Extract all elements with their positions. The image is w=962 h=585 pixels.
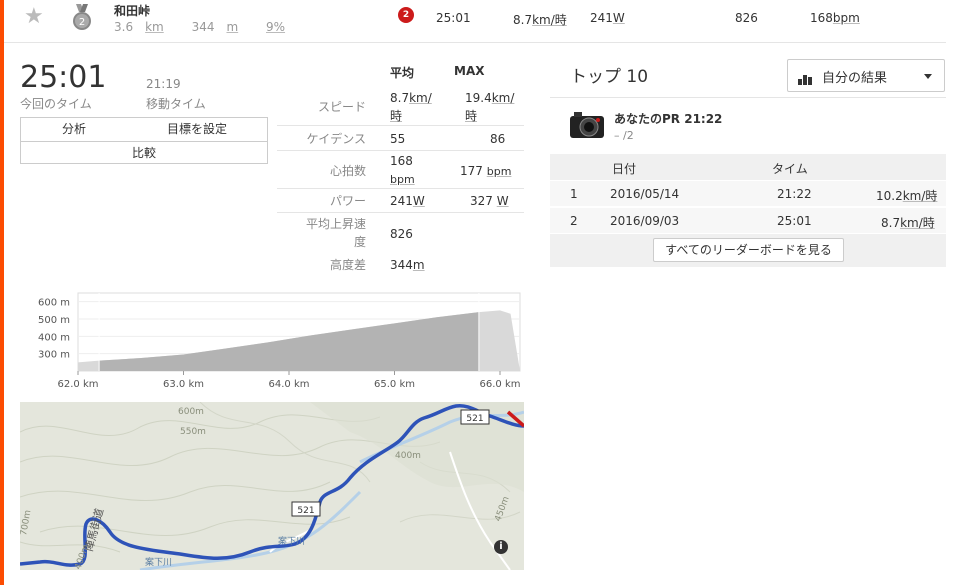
stat-vam-value: 826 bbox=[390, 227, 413, 241]
leaderboard-header-time: タイム bbox=[772, 162, 808, 176]
y-tick-label: 400 m bbox=[38, 332, 70, 343]
stats-divider bbox=[277, 188, 524, 189]
leaderboard-rank: 2 bbox=[570, 214, 578, 228]
medal-rank: 2 bbox=[79, 17, 85, 28]
info-icon[interactable]: i bbox=[494, 540, 508, 554]
moving-time: 21:19 bbox=[146, 77, 181, 91]
segment-name[interactable]: 和田峠 bbox=[114, 2, 150, 19]
personal-record-card: あなたのPR 21:22 – /2 bbox=[550, 97, 946, 154]
leaderboard-time: 25:01 bbox=[777, 214, 812, 228]
elevation-chart-svg: 600 m 500 m 400 m 300 m 62.0 km 63.0 km 64.0 k… bbox=[38, 292, 521, 390]
stat-cadence-max: 86 bbox=[490, 132, 506, 146]
stats-col-max: MAX bbox=[454, 64, 485, 78]
x-tick-label: 66.0 km bbox=[480, 379, 521, 390]
analysis-button[interactable]: 分析 bbox=[21, 118, 127, 140]
effort-time-large: 25:01 bbox=[20, 60, 107, 95]
rank-badge: 2 bbox=[398, 7, 414, 23]
river-label: 案下川 bbox=[145, 556, 172, 568]
leaderboard-time: 21:22 bbox=[777, 187, 812, 201]
stats-col-avg: 平均 bbox=[390, 66, 415, 80]
bar-chart-icon bbox=[798, 71, 813, 85]
x-tick-label: 65.0 km bbox=[374, 379, 415, 390]
stat-power-max: 327 W bbox=[470, 194, 509, 208]
leaderboard-header: 日付 タイム bbox=[550, 154, 946, 180]
effort-heart-rate: 168bpm bbox=[810, 11, 860, 25]
river-label: 案下川 bbox=[278, 535, 305, 547]
x-tick-label: 63.0 km bbox=[163, 379, 204, 390]
segment-stats: 3.6 km 344 m 9% bbox=[114, 20, 297, 34]
chevron-down-icon bbox=[924, 74, 932, 79]
map-svg: 521 521 陣馬街道 600m 550m 400m 450m 700m 40… bbox=[20, 402, 524, 570]
contour-label: 550m bbox=[180, 427, 206, 437]
stats-divider bbox=[277, 150, 524, 151]
accent-bar bbox=[0, 0, 4, 585]
top10-title: トップ 10 bbox=[570, 67, 649, 87]
stats-divider bbox=[277, 212, 524, 213]
elevation-unit: m bbox=[226, 20, 239, 34]
stat-elevation-value: 344m bbox=[390, 258, 425, 272]
segment-map[interactable]: 521 521 陣馬街道 600m 550m 400m 450m 700m 40… bbox=[20, 402, 524, 570]
effort-time-label: 今回のタイム bbox=[20, 97, 92, 111]
y-tick-label: 500 m bbox=[38, 315, 70, 326]
leaderboard-rank: 1 bbox=[570, 187, 578, 201]
stat-label-elevation: 高度差 bbox=[329, 258, 366, 272]
y-tick-label: 600 m bbox=[38, 298, 70, 309]
action-buttons: 分析 目標を設定 比較 bbox=[20, 117, 268, 164]
stat-speed-max: 19.4km/時 bbox=[465, 91, 515, 123]
stat-label-cadence: ケイデンス bbox=[306, 132, 366, 146]
effort-time: 25:01 bbox=[436, 11, 471, 25]
y-tick-label: 300 m bbox=[38, 350, 70, 361]
medal-icon: 2 bbox=[73, 4, 91, 30]
segment-elevation: 344 bbox=[191, 20, 215, 34]
contour-label: 400m bbox=[395, 451, 421, 461]
compare-button[interactable]: 比較 bbox=[21, 141, 267, 163]
set-goal-button[interactable]: 目標を設定 bbox=[127, 118, 267, 140]
leaderboard-row[interactable]: 1 2016/05/14 21:22 10.2km/時 bbox=[550, 180, 946, 206]
moving-time-label: 移動タイム bbox=[146, 97, 206, 111]
leaderboard-date: 2016/05/14 bbox=[610, 187, 680, 201]
view-all-leaderboards-button[interactable]: すべてのリーダーボードを見る bbox=[653, 238, 844, 262]
stat-label-speed: スピード bbox=[317, 100, 366, 114]
segment-grade: 9% bbox=[266, 20, 286, 34]
stat-power-avg: 241W bbox=[390, 194, 425, 208]
x-tick-label: 64.0 km bbox=[269, 379, 310, 390]
svg-text:521: 521 bbox=[466, 414, 483, 424]
pr-title: あなたのPR 21:22 bbox=[614, 112, 723, 126]
route-badge-1: 521 bbox=[460, 409, 490, 425]
stat-label-vam: 平均上昇速度 bbox=[305, 217, 366, 249]
stat-label-heart-rate: 心拍数 bbox=[329, 164, 366, 178]
effort-speed: 8.7km/時 bbox=[513, 13, 567, 27]
stat-hr-max: 177 bpm bbox=[460, 164, 512, 178]
stat-cadence-avg: 55 bbox=[390, 132, 406, 146]
distance-unit: km bbox=[145, 20, 164, 34]
svg-text:521: 521 bbox=[297, 506, 314, 516]
results-dropdown-label: 自分の結果 bbox=[822, 71, 888, 86]
route-badge-2: 521 bbox=[291, 501, 321, 517]
stats-divider bbox=[277, 125, 524, 126]
segment-effort-row[interactable]: ★ 2 和田峠 3.6 km 344 m 9% 2 25:01 8.7km/時 24… bbox=[4, 0, 946, 43]
leaderboard-speed: 10.2km/時 bbox=[876, 189, 938, 203]
stat-hr-avg: 168 bpm bbox=[390, 154, 415, 186]
elevation-chart[interactable]: 600 m 500 m 400 m 300 m 62.0 km 63.0 km 64.0 k… bbox=[20, 285, 524, 395]
segment-distance: 3.6 bbox=[114, 20, 134, 34]
leaderboard-date: 2016/09/03 bbox=[610, 214, 680, 228]
leaderboard-row[interactable]: 2 2016/09/03 25:01 8.7km/時 bbox=[550, 207, 946, 233]
leaderboard-header-date: 日付 bbox=[612, 162, 637, 176]
results-dropdown[interactable]: 自分の結果 bbox=[787, 59, 945, 92]
leaderboard-footer: すべてのリーダーボードを見る bbox=[550, 234, 946, 267]
star-icon[interactable]: ★ bbox=[24, 4, 44, 29]
contour-label: 600m bbox=[178, 407, 204, 417]
x-tick-label: 62.0 km bbox=[58, 379, 99, 390]
stat-label-power: パワー bbox=[329, 194, 366, 208]
leaderboard-speed: 8.7km/時 bbox=[881, 216, 935, 230]
effort-vam: 826 bbox=[735, 11, 758, 25]
stat-speed-avg: 8.7km/時 bbox=[390, 91, 432, 123]
pr-subtitle: – /2 bbox=[614, 129, 634, 142]
camera-avatar-icon[interactable] bbox=[568, 109, 606, 141]
effort-power: 241W bbox=[590, 11, 625, 25]
